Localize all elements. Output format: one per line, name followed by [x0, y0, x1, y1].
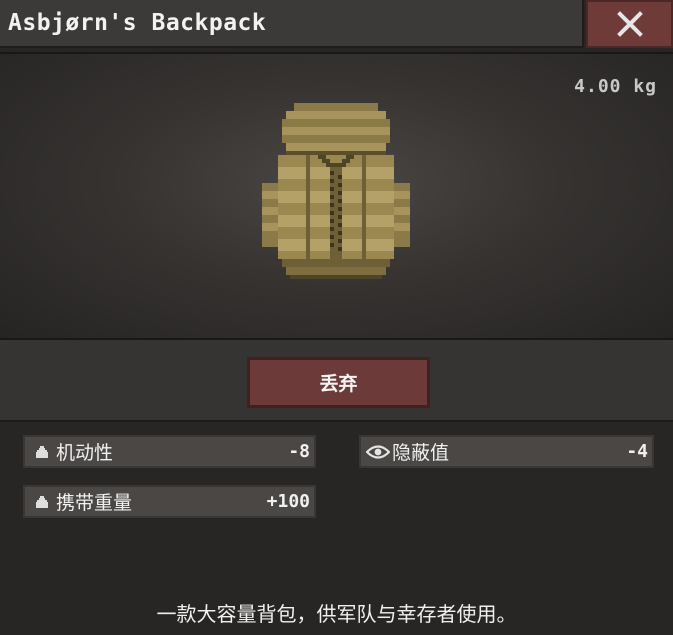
- stat-carry-weight: 携带重量 +100: [23, 485, 316, 518]
- stat-mobility: 机动性 -8: [23, 435, 316, 468]
- stat-value: +100: [266, 491, 310, 512]
- item-image-panel: 4.00 kg: [0, 52, 673, 340]
- weight-icon: [28, 494, 56, 510]
- stat-value: -8: [288, 441, 310, 462]
- item-window: Asbjørn's Backpack 4.00 kg 丢弃 机动性 -8 隐蔽值…: [0, 0, 673, 635]
- weight-icon: [28, 444, 56, 460]
- item-weight: 4.00 kg: [574, 76, 657, 97]
- action-bar: 丢弃: [0, 340, 673, 422]
- window-title: Asbjørn's Backpack: [8, 10, 267, 36]
- eye-icon: [364, 444, 392, 460]
- stat-value: -4: [626, 441, 648, 462]
- close-icon: [616, 11, 643, 37]
- close-button[interactable]: [586, 0, 673, 48]
- title-bar: Asbjørn's Backpack: [0, 0, 584, 48]
- stat-label: 隐蔽值: [392, 442, 450, 464]
- item-description: 一款大容量背包，供军队与幸存者使用。: [156, 602, 517, 626]
- discard-button[interactable]: 丢弃: [247, 357, 430, 408]
- stats-area: 机动性 -8 隐蔽值 -4 携带重量 +100 一款大容量背包，供军队与幸存者使…: [0, 422, 673, 635]
- backpack-icon: [262, 103, 410, 279]
- stat-label: 机动性: [56, 442, 114, 464]
- stat-stealth: 隐蔽值 -4: [359, 435, 654, 468]
- stat-label: 携带重量: [56, 492, 133, 514]
